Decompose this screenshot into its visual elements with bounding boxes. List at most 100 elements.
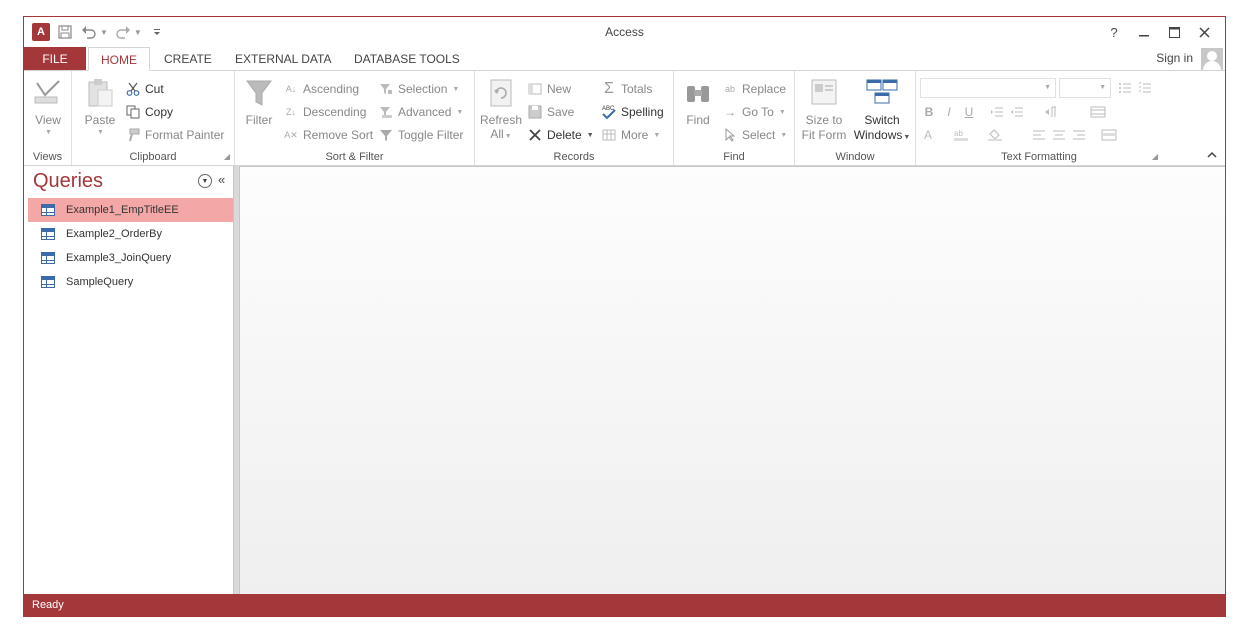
font-color-icon[interactable]: A	[920, 126, 938, 144]
collapse-ribbon-icon[interactable]	[1207, 149, 1217, 161]
select-button[interactable]: Select ▼	[722, 125, 787, 145]
group-label-records: Records	[553, 151, 595, 163]
increase-indent-icon[interactable]	[988, 103, 1006, 121]
status-text: Ready	[32, 599, 64, 611]
save-record-icon	[527, 104, 543, 120]
view-icon	[32, 77, 64, 109]
paste-icon	[84, 77, 116, 109]
size-to-fit-label-2: Fit Form	[801, 128, 847, 142]
toggle-filter-button[interactable]: Toggle Filter	[378, 125, 463, 145]
bold-button[interactable]: B	[920, 103, 938, 121]
sign-in-link[interactable]: Sign in	[1156, 51, 1193, 65]
cut-label: Cut	[145, 82, 164, 96]
highlight-color-icon[interactable]: ab	[952, 126, 970, 144]
help-button[interactable]: ?	[1099, 21, 1129, 43]
cursor-icon	[722, 127, 738, 143]
more-button[interactable]: More ▼	[601, 125, 660, 145]
delete-label: Delete	[547, 128, 582, 142]
paste-label: Paste	[84, 113, 116, 127]
size-to-fit-form-button[interactable]: Size to Fit Form	[799, 77, 849, 143]
italic-button[interactable]: I	[940, 103, 958, 121]
new-record-button[interactable]: New	[527, 79, 571, 99]
totals-button[interactable]: Σ Totals	[601, 79, 652, 99]
new-label: New	[547, 82, 572, 96]
selection-button[interactable]: Selection ▼	[378, 79, 459, 99]
paste-button[interactable]: Paste ▼	[80, 77, 120, 136]
refresh-all-button[interactable]: Refresh All▼	[479, 77, 523, 144]
spelling-button[interactable]: ABC Spelling	[601, 102, 664, 122]
cut-button[interactable]: Cut	[125, 79, 164, 99]
alternate-row-color-icon[interactable]	[1100, 126, 1118, 144]
filter-label: Filter	[245, 113, 273, 127]
nav-item-query[interactable]: Example2_OrderBy	[28, 222, 233, 246]
nav-item-query[interactable]: SampleQuery	[28, 270, 233, 294]
switch-windows-button[interactable]: Switch Windows▼	[851, 77, 913, 145]
view-button[interactable]: View ▼	[28, 77, 68, 136]
filter-button[interactable]: Filter	[241, 77, 277, 127]
ascending-button[interactable]: A↓ Ascending	[283, 79, 359, 99]
save-record-button[interactable]: Save	[527, 102, 574, 122]
tab-external-data[interactable]: EXTERNAL DATA	[225, 47, 341, 71]
nav-shutter-icon[interactable]: «	[218, 172, 225, 187]
decrease-indent-icon[interactable]	[1008, 103, 1026, 121]
select-label: Select	[742, 128, 776, 142]
size-to-fit-label-1: Size to	[805, 113, 843, 127]
copy-icon	[125, 104, 141, 120]
ribbon-tabs: FILE HOME CREATE EXTERNAL DATA DATABASE …	[24, 47, 1225, 71]
nav-item-query[interactable]: Example3_JoinQuery	[28, 246, 233, 270]
gridlines-icon[interactable]	[1089, 103, 1107, 121]
align-center-icon[interactable]	[1050, 126, 1068, 144]
text-formatting-dialog-launcher-icon[interactable]: ◢	[1152, 152, 1158, 161]
numbering-icon[interactable]	[1136, 79, 1154, 97]
nav-item-query[interactable]: Example1_EmpTitleEE	[28, 198, 233, 222]
tab-home[interactable]: HOME	[88, 47, 150, 71]
avatar[interactable]	[1201, 48, 1223, 70]
selection-label: Selection	[398, 82, 448, 96]
group-find: Find ab Replace → Go To ▼ Select ▼ Find	[674, 71, 795, 165]
delete-record-button[interactable]: Delete ▼	[527, 125, 594, 145]
refresh-all-label: All	[490, 127, 504, 141]
tab-file[interactable]: FILE	[24, 47, 86, 71]
svg-text:A: A	[924, 128, 932, 142]
more-grid-icon	[601, 127, 617, 143]
find-button[interactable]: Find	[678, 77, 718, 127]
align-left-icon[interactable]	[1030, 126, 1048, 144]
descending-button[interactable]: Z↓ Descending	[283, 102, 366, 122]
delete-x-icon	[527, 127, 543, 143]
copy-button[interactable]: Copy	[125, 102, 173, 122]
paragraph-direction-icon[interactable]	[1042, 103, 1060, 121]
ribbon: View ▼ Views Paste ▼ Cut Copy Format Pai…	[24, 70, 1225, 166]
spelling-label: Spelling	[621, 105, 664, 119]
advanced-button[interactable]: Advanced ▼	[378, 102, 463, 122]
query-icon	[40, 251, 56, 265]
format-painter-icon	[125, 127, 141, 143]
bullets-icon[interactable]	[1116, 79, 1134, 97]
remove-sort-button[interactable]: A✕ Remove Sort	[283, 125, 373, 145]
replace-button[interactable]: ab Replace	[722, 79, 786, 99]
fill-color-icon[interactable]	[986, 126, 1004, 144]
go-to-button[interactable]: → Go To ▼	[722, 102, 786, 122]
font-size-combo[interactable]: ▼	[1059, 78, 1111, 98]
tab-create[interactable]: CREATE	[154, 47, 222, 71]
totals-label: Totals	[621, 82, 653, 96]
align-right-icon[interactable]	[1070, 126, 1088, 144]
descending-label: Descending	[303, 105, 367, 119]
tab-database-tools[interactable]: DATABASE TOOLS	[344, 47, 470, 71]
group-clipboard: Paste ▼ Cut Copy Format Painter Clipboar…	[72, 71, 235, 165]
nav-menu-chevron-icon[interactable]: ▼	[198, 174, 212, 188]
size-to-fit-icon	[808, 77, 840, 109]
minimize-button[interactable]	[1129, 21, 1159, 43]
arrow-right-icon: →	[724, 105, 736, 119]
maximize-button[interactable]	[1159, 21, 1189, 43]
status-bar: Ready	[24, 594, 1225, 616]
go-to-label: Go To	[742, 105, 774, 119]
clipboard-dialog-launcher-icon[interactable]: ◢	[224, 152, 230, 161]
replace-label: Replace	[742, 82, 787, 96]
remove-sort-label: Remove Sort	[303, 128, 374, 142]
format-painter-button[interactable]: Format Painter	[125, 125, 224, 145]
selection-filter-icon	[378, 81, 394, 97]
switch-windows-icon	[866, 77, 898, 109]
font-name-combo[interactable]: ▼	[920, 78, 1056, 98]
close-button[interactable]	[1189, 21, 1219, 43]
underline-button[interactable]: U	[960, 103, 978, 121]
